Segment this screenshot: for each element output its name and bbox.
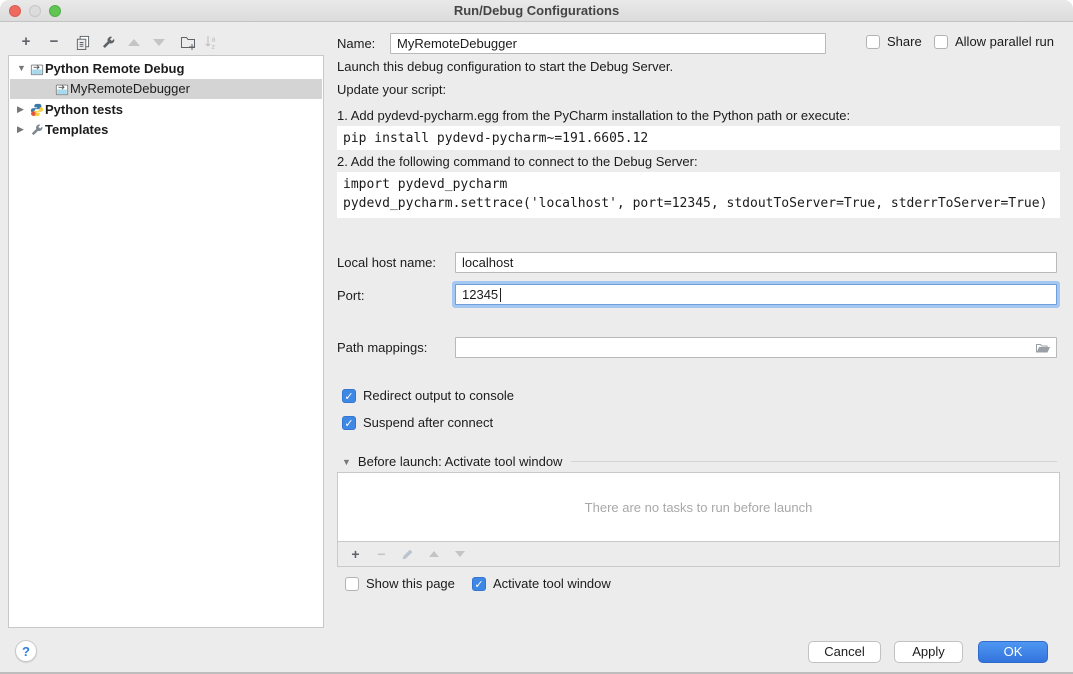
share-checkbox-row[interactable]: Share [866, 34, 922, 49]
show-this-page-checkbox-row[interactable]: Show this page [345, 576, 455, 591]
update-script-text: Update your script: [337, 82, 446, 97]
expanded-triangle-icon[interactable]: ▼ [342, 457, 351, 467]
pip-install-code-block: pip install pydevd-pycharm~=191.6605.12 [337, 126, 1060, 150]
description-text: Launch this debug configuration to start… [337, 59, 673, 74]
edit-task-pencil-icon [400, 547, 415, 562]
allow-parallel-run-checkbox-row[interactable]: Allow parallel run [934, 34, 1054, 49]
port-label: Port: [337, 288, 364, 303]
ok-button[interactable]: OK [978, 641, 1048, 663]
allow-parallel-run-label: Allow parallel run [955, 34, 1054, 49]
configurations-tree: ▼ Python Remote Debug MyRemoteDebugger ▶… [8, 55, 324, 628]
name-input[interactable] [390, 33, 826, 54]
svg-text:a: a [212, 37, 216, 44]
activate-tool-window-label: Activate tool window [493, 576, 611, 591]
share-checkbox[interactable] [866, 35, 880, 49]
remote-debug-icon [30, 62, 44, 76]
suspend-after-connect-label: Suspend after connect [363, 415, 493, 430]
before-launch-header[interactable]: ▼ Before launch: Activate tool window [342, 454, 1057, 469]
show-this-page-label: Show this page [366, 576, 455, 591]
redirect-output-checkbox[interactable]: ✓ [342, 389, 356, 403]
collapsed-triangle-icon[interactable]: ▶ [17, 104, 24, 115]
tree-item-label: MyRemoteDebugger [70, 81, 190, 96]
tree-item-python-tests[interactable]: ▶ Python tests [10, 100, 322, 120]
port-input[interactable] [455, 284, 1057, 305]
activate-tool-window-checkbox-row[interactable]: ✓ Activate tool window [472, 576, 611, 591]
tree-item-myremotedebugger[interactable]: MyRemoteDebugger [10, 79, 322, 99]
move-down-icon [151, 34, 167, 50]
path-mappings-label: Path mappings: [337, 340, 427, 355]
step1-text: 1. Add pydevd-pycharm.egg from the PyCha… [337, 108, 850, 123]
wrench-icon [30, 123, 44, 137]
allow-parallel-run-checkbox[interactable] [934, 35, 948, 49]
settrace-line1: import pydevd_pycharm [343, 177, 507, 192]
path-mappings-input[interactable] [455, 337, 1057, 358]
expanded-triangle-icon[interactable]: ▼ [17, 63, 26, 73]
help-button[interactable]: ? [15, 640, 37, 662]
before-launch-label: Before launch: Activate tool window [358, 454, 563, 469]
step2-text: 2. Add the following command to connect … [337, 154, 698, 169]
title-bar: Run/Debug Configurations [0, 0, 1073, 22]
tree-item-templates[interactable]: ▶ Templates [10, 120, 322, 140]
text-caret [500, 288, 501, 302]
python-tests-icon [30, 103, 44, 117]
local-host-name-input[interactable] [455, 252, 1057, 273]
activate-tool-window-checkbox[interactable]: ✓ [472, 577, 486, 591]
collapsed-triangle-icon[interactable]: ▶ [17, 124, 24, 135]
settrace-line2: pydevd_pycharm.settrace('localhost', por… [343, 196, 1047, 211]
share-label: Share [887, 34, 922, 49]
sort-configurations-icon: az [203, 34, 219, 50]
tree-item-python-remote-debug[interactable]: ▼ Python Remote Debug [10, 59, 322, 79]
tree-item-label: Python Remote Debug [45, 61, 184, 76]
cancel-button[interactable]: Cancel [808, 641, 881, 663]
copy-configuration-icon[interactable] [74, 34, 90, 50]
show-this-page-checkbox[interactable] [345, 577, 359, 591]
move-up-icon [126, 34, 142, 50]
edit-templates-wrench-icon[interactable] [100, 34, 116, 50]
suspend-after-connect-checkbox[interactable]: ✓ [342, 416, 356, 430]
browse-folder-icon[interactable] [1035, 340, 1051, 361]
remove-task-button: − [374, 547, 389, 562]
window-title: Run/Debug Configurations [0, 0, 1073, 22]
remove-configuration-button[interactable]: − [46, 34, 62, 50]
redirect-output-label: Redirect output to console [363, 388, 514, 403]
add-configuration-button[interactable]: + [18, 34, 34, 50]
move-task-up-icon [426, 547, 441, 562]
before-launch-task-list[interactable]: There are no tasks to run before launch [337, 472, 1060, 542]
redirect-output-checkbox-row[interactable]: ✓ Redirect output to console [342, 388, 514, 403]
empty-tasks-message: There are no tasks to run before launch [585, 500, 813, 515]
tree-item-label: Templates [45, 122, 108, 137]
local-host-name-label: Local host name: [337, 255, 436, 270]
settrace-code-block: import pydevd_pycharm pydevd_pycharm.set… [337, 172, 1060, 218]
name-label: Name: [337, 36, 375, 51]
move-task-down-icon [452, 547, 467, 562]
task-toolbar: + − [337, 542, 1060, 567]
add-task-button[interactable]: + [348, 547, 363, 562]
run-debug-configurations-dialog: Run/Debug Configurations + − az ▼ Pytho [0, 0, 1073, 674]
suspend-after-connect-checkbox-row[interactable]: ✓ Suspend after connect [342, 415, 493, 430]
tree-item-label: Python tests [45, 102, 123, 117]
create-new-folder-icon[interactable] [180, 34, 196, 50]
section-divider [571, 461, 1057, 462]
svg-text:z: z [212, 44, 216, 50]
remote-debug-icon [55, 82, 69, 96]
apply-button[interactable]: Apply [894, 641, 963, 663]
